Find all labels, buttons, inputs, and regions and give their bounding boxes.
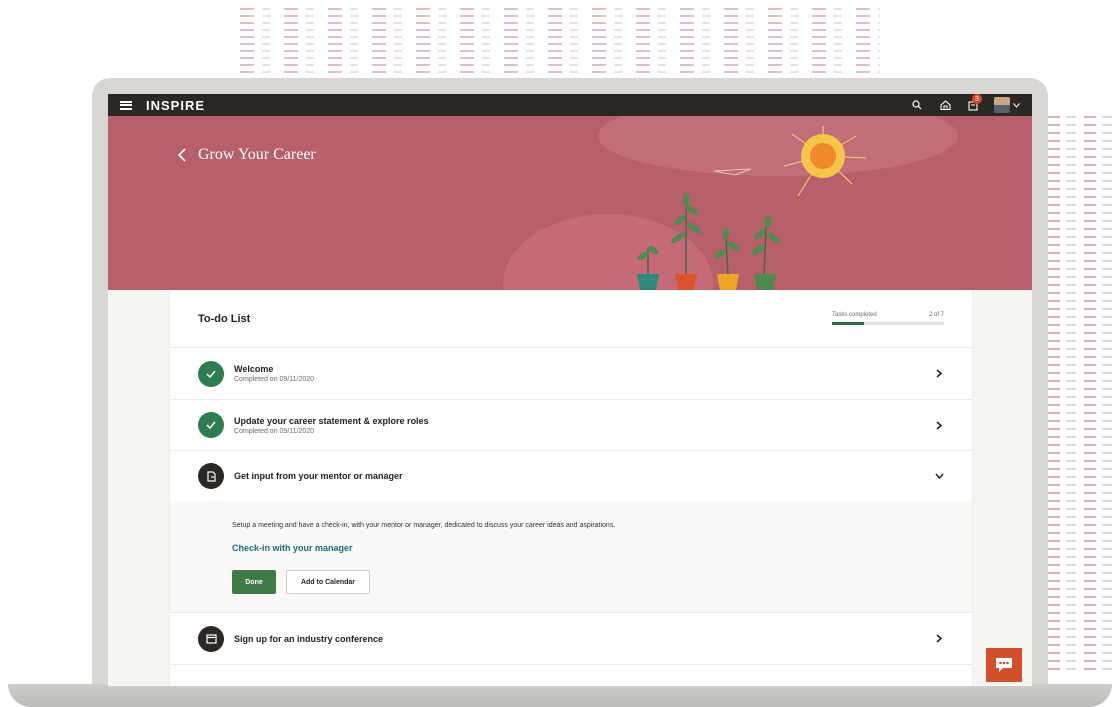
plants-illustration	[637, 193, 781, 290]
task-status: Completed on 09/11/2020	[234, 427, 315, 435]
chevron-down-icon[interactable]	[1013, 102, 1020, 108]
decorative-dash-pattern-top	[240, 8, 880, 80]
chevron-right-icon[interactable]	[934, 420, 944, 430]
task-row-career-statement[interactable]: Update your career statement & explore r…	[170, 400, 972, 451]
chat-button[interactable]	[986, 648, 1022, 682]
brand-logo[interactable]: INSPIRE	[146, 98, 205, 113]
task-title: Update your career statement & explore r…	[234, 415, 429, 426]
hamburger-menu-icon[interactable]	[120, 100, 132, 110]
avatar[interactable]	[994, 97, 1010, 113]
progress-track	[832, 322, 944, 325]
task-title: Sign up for an industry conference	[234, 633, 384, 644]
task-row-industry-conference[interactable]: Sign up for an industry conference	[170, 613, 972, 665]
user-menu[interactable]	[994, 97, 1020, 113]
task-status: Completed on 09/11/2020	[234, 376, 315, 383]
add-to-calendar-button[interactable]: Add to Calendar	[286, 570, 370, 594]
search-icon[interactable]	[910, 98, 924, 112]
check-icon	[198, 412, 224, 438]
document-icon	[198, 463, 224, 489]
task-row-welcome[interactable]: Welcome Completed on 09/11/2020	[170, 348, 972, 400]
task-description: Setup a meeting and have a check-in, wit…	[232, 522, 616, 529]
app-screen: INSPIRE 3 Grow Your Career To-do List Ta…	[108, 94, 1032, 686]
task-title: Welcome	[234, 364, 274, 374]
check-icon	[198, 360, 224, 387]
done-button[interactable]: Done	[232, 570, 276, 594]
todo-card: To-do List Tasks completed 2 of 7 Welcom…	[170, 290, 972, 686]
tasks-progress: Tasks completed 2 of 7	[832, 312, 944, 325]
chevron-right-icon[interactable]	[934, 369, 944, 379]
chevron-left-icon[interactable]	[178, 148, 186, 162]
app-bar: INSPIRE 3	[108, 94, 1032, 116]
task-title: Get input from your mentor or manager	[234, 471, 403, 481]
back-link[interactable]: Grow Your Career	[178, 146, 316, 164]
progress-fill	[832, 322, 865, 325]
chevron-down-icon[interactable]	[934, 471, 944, 481]
calendar-icon	[198, 625, 224, 652]
task-row-mentor-input[interactable]: Get input from your mentor or manager	[170, 451, 972, 501]
chat-icon	[996, 658, 1012, 672]
decorative-dash-pattern-right	[1048, 110, 1120, 670]
progress-label: Tasks completed	[832, 312, 877, 318]
page-title: Grow Your Career	[198, 146, 316, 163]
home-icon[interactable]	[938, 98, 952, 112]
todo-title: To-do List	[198, 312, 251, 325]
notification-badge: 3	[972, 94, 982, 104]
progress-count: 2 of 7	[928, 312, 944, 318]
task-details-panel: Setup a meeting and have a check-in, wit…	[170, 501, 972, 613]
check-in-link[interactable]: Check-in with your manager	[232, 543, 353, 553]
laptop-base	[8, 684, 1112, 707]
notifications-icon[interactable]: 3	[966, 94, 982, 112]
chevron-right-icon[interactable]	[934, 634, 944, 644]
hero-banner: Grow Your Career	[108, 116, 1032, 290]
todo-header: To-do List Tasks completed 2 of 7	[170, 290, 972, 348]
